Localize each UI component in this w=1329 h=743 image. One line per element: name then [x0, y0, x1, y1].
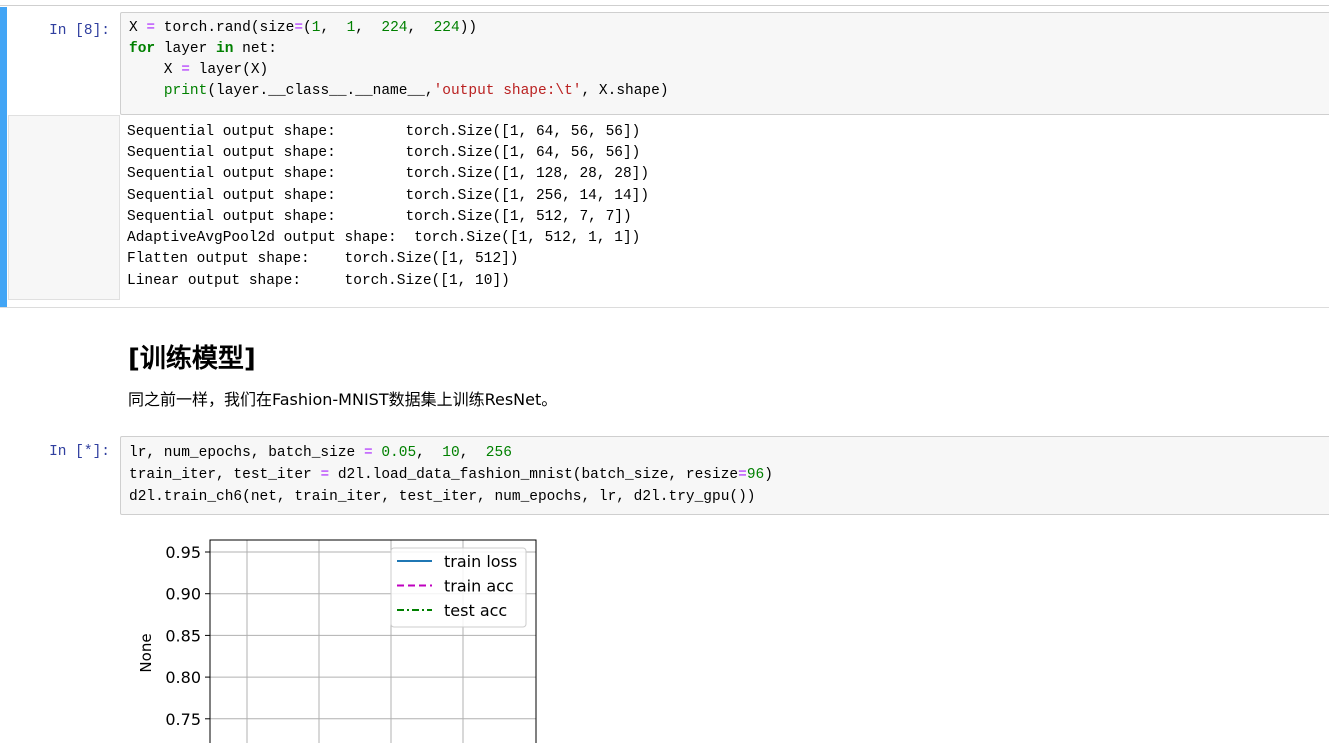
y-tick-label: 0.90	[165, 585, 201, 604]
y-axis-label: None	[137, 633, 155, 672]
y-tick-label: 0.80	[165, 668, 201, 687]
y-tick-label: 0.85	[165, 626, 201, 645]
y-tick-label: 0.95	[165, 543, 201, 562]
training-progress-chart: 0.950.900.850.800.75 None train losstrai…	[137, 539, 537, 743]
legend-label: train acc	[444, 577, 514, 596]
chart-y-ticks: 0.95 0.90 0.85 0.80 0.75	[165, 543, 210, 729]
chart-legend: train loss train acc test acc	[390, 547, 527, 628]
y-tick-label: 0.75	[165, 710, 201, 729]
legend-label: test acc	[444, 601, 507, 620]
legend-label: train loss	[444, 552, 517, 571]
